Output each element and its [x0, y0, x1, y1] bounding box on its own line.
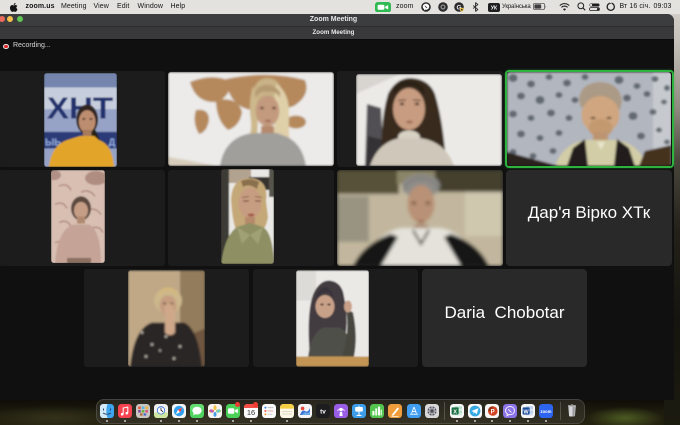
- svg-text:zoom: zoom: [540, 408, 551, 413]
- svg-text:tv: tv: [320, 408, 326, 415]
- svg-text:X: X: [453, 409, 457, 415]
- svg-text:Д: Д: [108, 137, 115, 148]
- svg-text:W: W: [524, 409, 530, 415]
- svg-text:УК: УК: [491, 5, 498, 11]
- svg-text:16: 16: [247, 408, 255, 417]
- svg-text:P: P: [491, 409, 495, 415]
